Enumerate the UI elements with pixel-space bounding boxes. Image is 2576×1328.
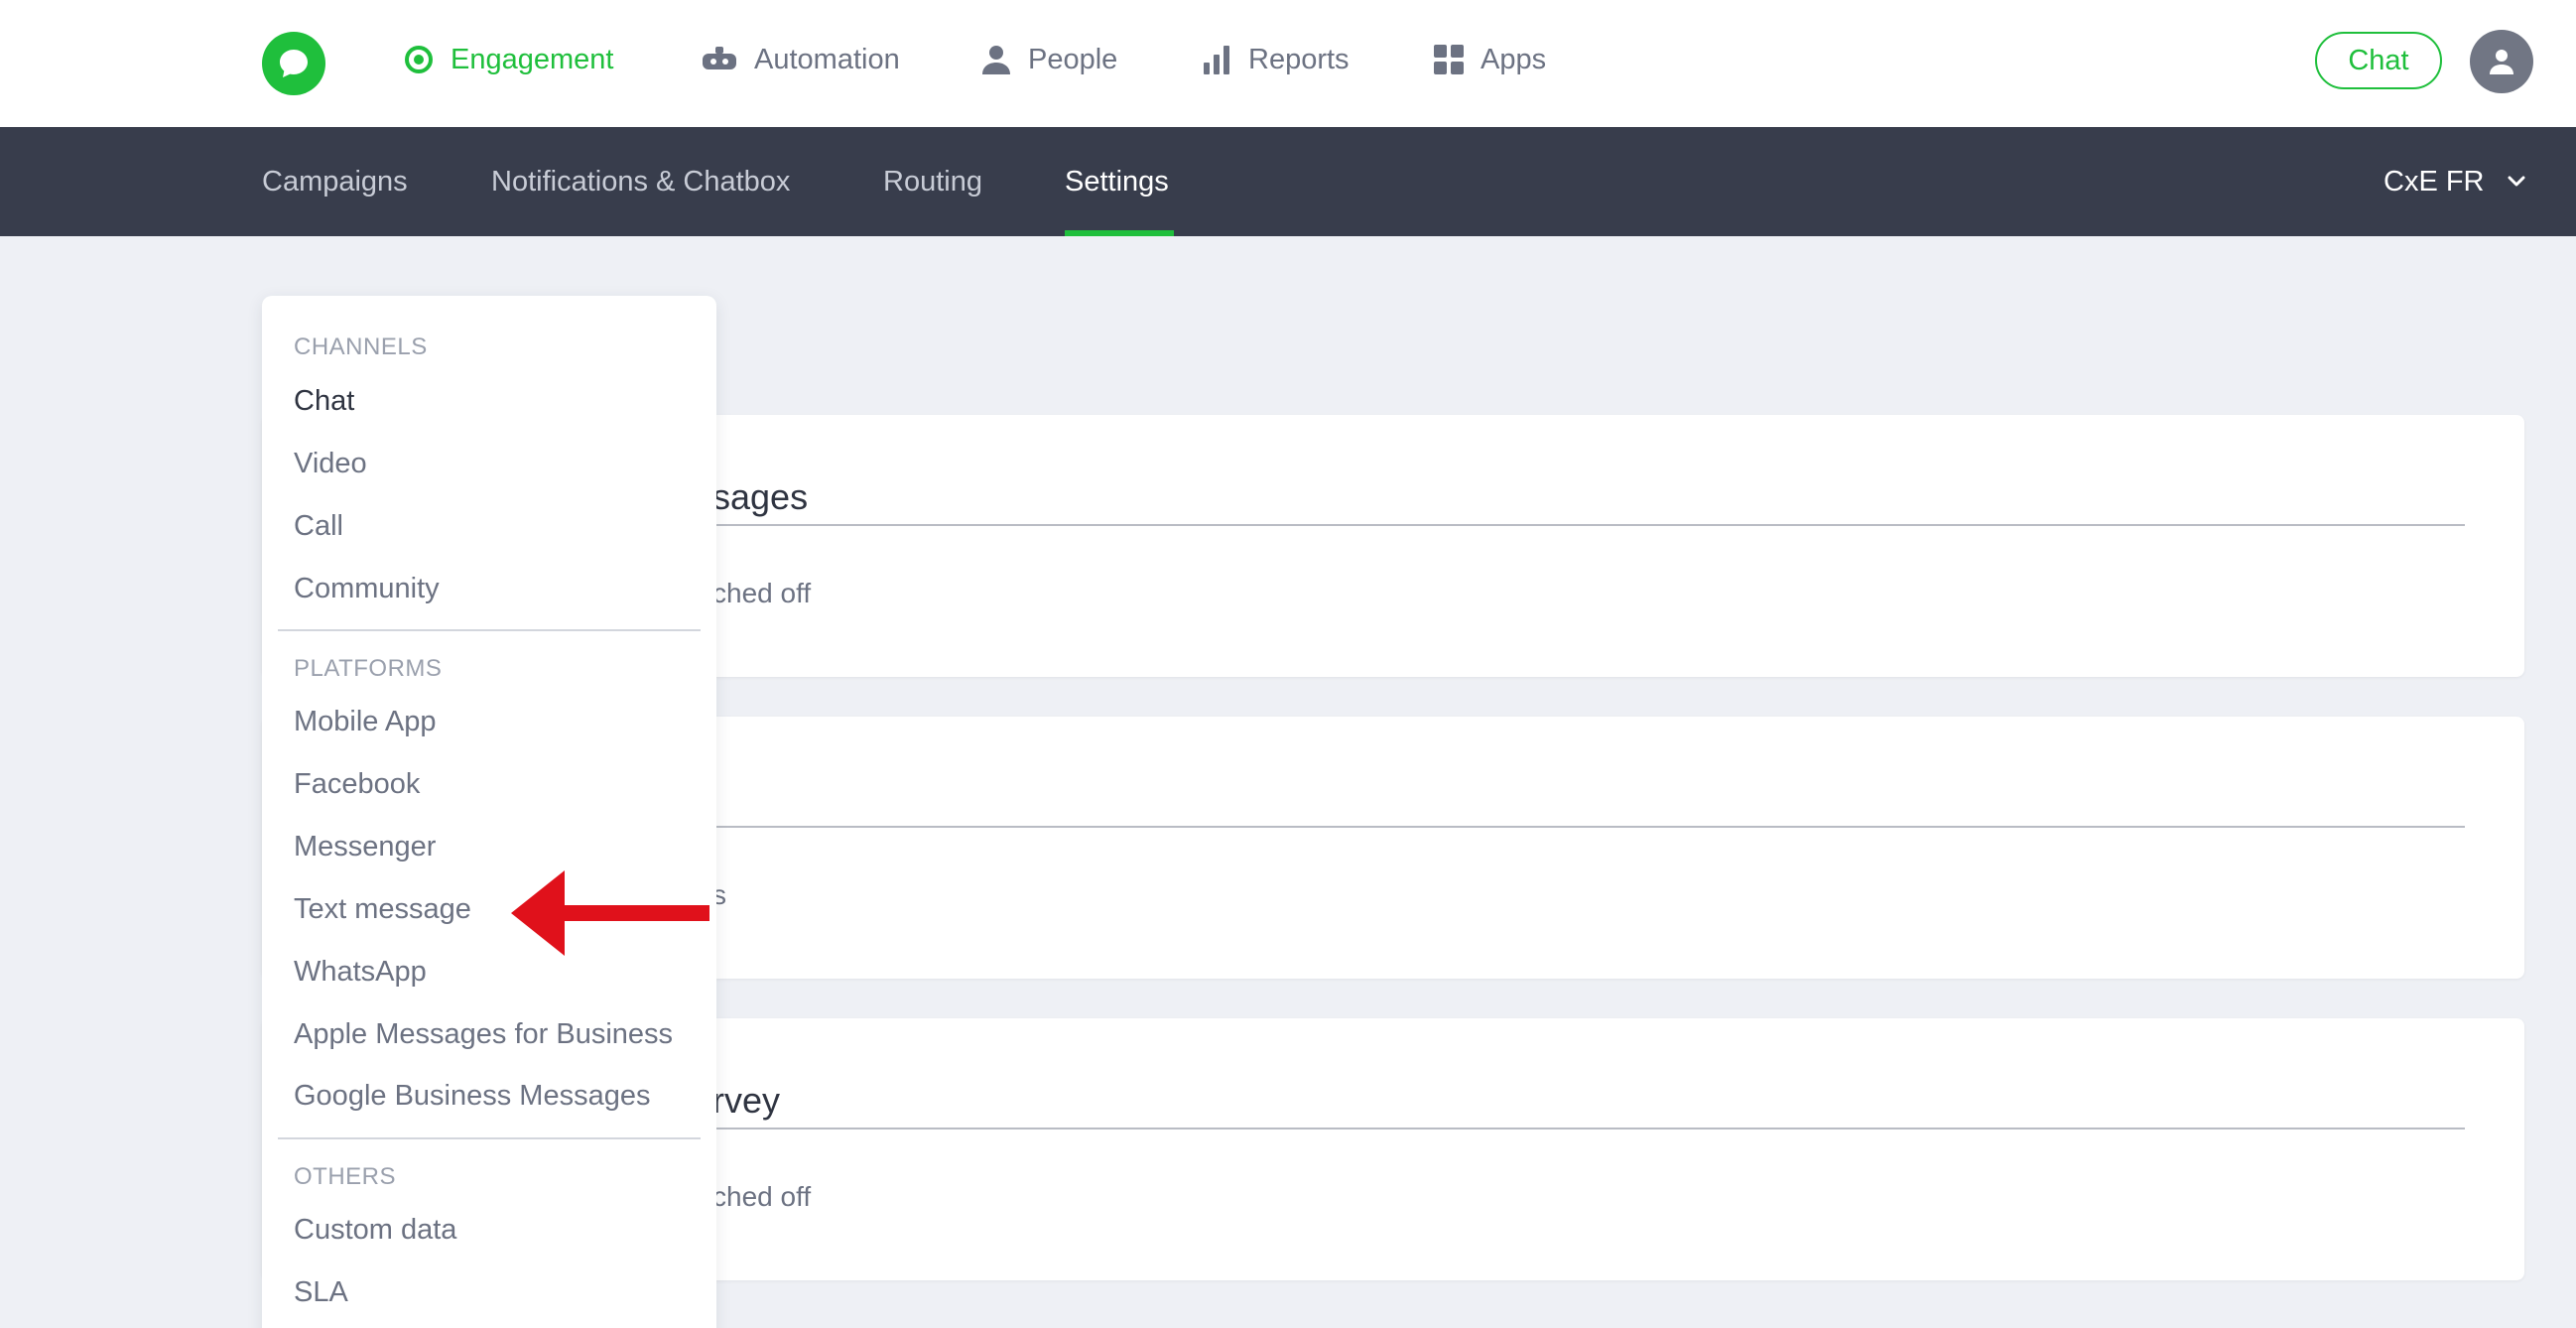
nav-automation-label: Automation [754,43,900,75]
target-icon [405,46,433,73]
tab-notifications-chatbox[interactable]: Notifications & Chatbox [491,127,790,236]
active-tab-indicator [1065,230,1174,236]
card-title: sages [712,476,809,517]
menu-item-facebook[interactable]: Facebook [294,768,420,801]
menu-item-mobile-app[interactable]: Mobile App [294,706,437,738]
tab-settings[interactable]: Settings [1065,127,1169,236]
menu-item-community[interactable]: Community [294,573,440,605]
card-status: ched off [712,578,812,608]
chat-button[interactable]: Chat [2315,32,2442,89]
menu-section-platforms: PLATFORMS [294,655,443,682]
divider [712,524,2465,526]
nav-automation[interactable]: Automation [701,36,900,83]
tab-campaigns[interactable]: Campaigns [262,127,408,236]
nav-engagement-label: Engagement [451,43,614,75]
nav-people-label: People [1028,43,1118,75]
sub-navigation: Campaigns Notifications & Chatbox Routin… [0,127,2576,236]
top-navigation: Engagement Automation People Reports App… [0,0,2576,127]
user-icon [2490,50,2513,74]
menu-item-messenger[interactable]: Messenger [294,831,436,863]
nav-reports-label: Reports [1248,43,1350,75]
menu-section-channels: CHANNELS [294,333,428,360]
menu-item-video[interactable]: Video [294,448,367,480]
annotation-arrow-icon [511,870,709,956]
card-title: rvey [712,1080,781,1121]
workspace-name: CxE FR [2383,165,2485,198]
nav-apps[interactable]: Apps [1433,36,1546,83]
settings-menu: CHANNELS Chat Video Call Community PLATF… [262,296,716,1328]
bot-icon [703,47,736,69]
bar-chart-icon [1204,46,1229,74]
tab-routing[interactable]: Routing [883,127,982,236]
menu-divider [278,629,701,631]
chevron-down-icon [2508,176,2524,187]
menu-item-text-message[interactable]: Text message [294,893,471,926]
chat-bubble-icon [280,50,308,77]
menu-item-call[interactable]: Call [294,510,343,543]
nav-people[interactable]: People [980,36,1117,83]
nav-reports[interactable]: Reports [1201,36,1350,83]
workspace-selector[interactable]: CxE FR [2383,127,2526,236]
menu-divider [278,1137,701,1139]
menu-item-sla[interactable]: SLA [294,1276,348,1309]
menu-section-others: OTHERS [294,1163,397,1190]
divider [712,826,2465,828]
menu-item-chat[interactable]: Chat [294,385,354,418]
card-status: ched off [712,1181,812,1212]
avatar[interactable] [2470,30,2533,93]
menu-item-apple-messages[interactable]: Apple Messages for Business [294,1018,673,1051]
grid-icon [1434,45,1464,74]
nav-engagement[interactable]: Engagement [403,36,613,83]
app-logo[interactable] [262,32,325,95]
nav-apps-label: Apps [1481,43,1547,75]
person-icon [982,46,1010,74]
menu-item-custom-data[interactable]: Custom data [294,1214,456,1247]
menu-item-google-business-messages[interactable]: Google Business Messages [294,1080,650,1113]
menu-item-whatsapp[interactable]: WhatsApp [294,956,427,989]
divider [712,1128,2465,1129]
